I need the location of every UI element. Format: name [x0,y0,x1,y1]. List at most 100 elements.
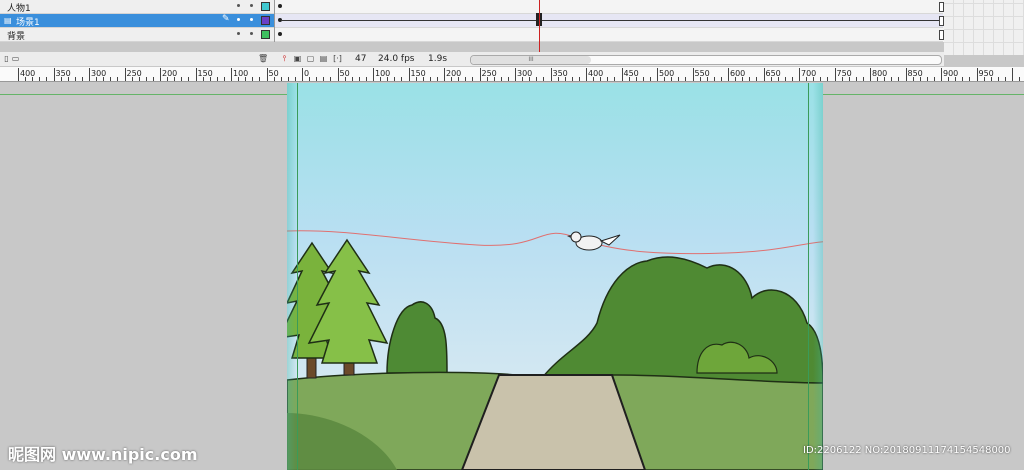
watermark-id: ID:2206122 NO:20180911174154548000 [803,445,1011,456]
motion-guide-path [287,230,823,255]
ruler-tick [294,77,296,81]
outline-color-swatch[interactable] [261,30,270,39]
ruler-tick [160,68,161,81]
ruler-tick [728,68,729,81]
ruler-tick [436,77,438,81]
stage-canvas[interactable] [287,83,823,470]
ruler-tick [18,68,19,81]
ruler-tick [351,77,353,81]
timeline-scrollbar[interactable]: III [470,55,942,65]
ruler-tick [223,77,225,81]
ruler-tick [195,68,197,81]
new-layer-icon[interactable]: ▯ [2,54,11,63]
ruler-tick [252,77,254,81]
new-folder-icon[interactable]: ▭ [11,54,20,63]
timeline-frames[interactable] [274,0,945,42]
ruler-tick [401,77,403,81]
ruler-tick [941,68,942,81]
ruler-label: 100 [233,69,249,78]
horizontal-ruler: 400 350 300 250 200 150 100 50 0 50 100 150 200 250 30… [0,67,1024,82]
ruler-label: 950 [978,69,994,78]
keyframe[interactable] [278,32,282,36]
ruler-tick [1012,68,1013,81]
ruler-tick [855,77,857,81]
ruler-label: 400 [588,69,604,78]
outline-color-swatch[interactable] [261,2,270,11]
ruler-tick [642,77,644,81]
ruler-tick [571,77,573,81]
frame-row[interactable] [275,14,944,28]
ruler-tick [152,77,154,81]
ruler-tick [607,77,609,81]
frame-grid-extension [944,0,1024,55]
ruler-tick [586,68,587,81]
center-frame-icon[interactable]: ⫯ [280,54,289,63]
ruler-label: 900 [943,69,959,78]
ruler-tick [302,68,303,81]
scroll-thumb[interactable]: III [471,56,591,64]
ruler-tick [479,68,481,81]
ruler-tick [713,77,715,81]
layer-icon: ▤ [4,16,12,25]
ruler-tick [550,68,552,81]
ruler-tick [1019,77,1021,81]
ruler-tick [472,77,474,81]
ruler-tick [259,77,261,81]
ruler-tick [337,68,339,81]
layer-row-background[interactable]: 背景 [0,28,274,42]
ruler-tick [465,77,467,81]
scene-illustration [287,230,823,470]
ruler-tick [323,77,325,81]
ruler-tick [578,77,580,81]
lock-dot[interactable] [250,18,253,21]
ruler-tick [287,77,289,81]
ruler-tick [870,68,871,81]
ruler-tick [507,77,509,81]
visibility-dot[interactable] [237,32,240,35]
playhead-line[interactable] [539,0,540,55]
ruler-tick [678,77,680,81]
visibility-dot[interactable] [237,4,240,7]
trash-icon[interactable]: 🗑 [258,54,268,63]
ruler-tick [649,77,651,81]
ruler-label: 550 [694,69,710,78]
onion-outline-icon[interactable]: ▢ [306,54,315,63]
ruler-label: 50 [339,69,350,78]
frame-row[interactable] [275,28,944,42]
layer-panel: 人物1 ▤ 场景1 ✎ 背景 [0,0,274,42]
outline-color-swatch[interactable] [261,16,270,25]
ruler-label: 50 [268,69,279,78]
modify-markers-icon[interactable]: [·] [333,54,342,63]
ruler-label: 350 [55,69,71,78]
ruler-tick [862,77,864,81]
ruler-tick [834,68,836,81]
ruler-tick [685,77,687,81]
ruler-tick [89,68,90,81]
lock-dot[interactable] [250,4,253,7]
frame-rate[interactable]: 24.0 fps [378,54,414,64]
visibility-dot[interactable] [237,18,240,21]
ruler-tick [692,68,694,81]
ruler-tick [791,77,793,81]
ruler-tick [188,77,190,81]
ruler-tick [53,68,55,81]
frame-row[interactable] [275,0,944,14]
onion-skin-icon[interactable]: ▣ [293,54,302,63]
guide-line-vertical-left[interactable] [297,83,298,470]
ruler-tick [614,77,616,81]
ruler-tick [799,68,800,81]
ruler-label: 650 [765,69,781,78]
ruler-tick [976,68,978,81]
ruler-tick [536,77,538,81]
layer-row-scene[interactable]: ▤ 场景1 ✎ [0,14,274,28]
tween-line [281,20,939,21]
ruler-label: 250 [481,69,497,78]
guide-line-vertical-right[interactable] [808,83,809,470]
edit-multiple-icon[interactable]: ▤ [319,54,328,63]
keyframe[interactable] [278,4,282,8]
ruler-tick [657,68,658,81]
layer-row-character[interactable]: 人物1 [0,0,274,14]
ruler-label: 200 [446,69,462,78]
ruler-tick [231,68,232,81]
lock-dot[interactable] [250,32,253,35]
